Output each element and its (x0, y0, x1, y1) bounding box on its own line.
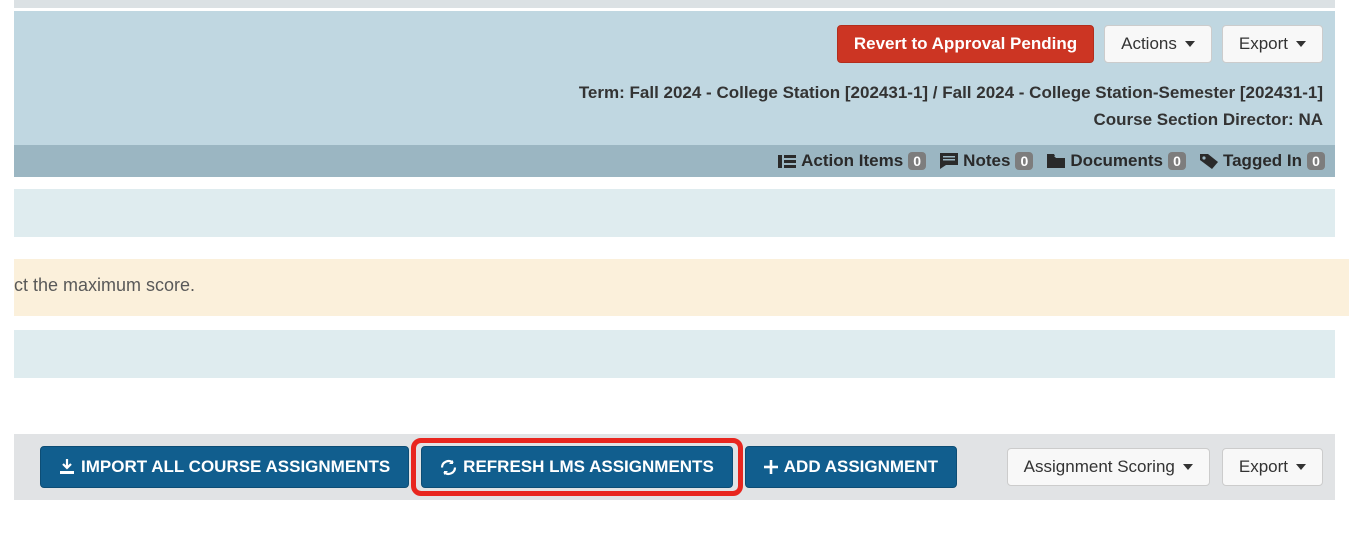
documents-label: Documents (1070, 151, 1163, 171)
export-dropdown[interactable]: Export (1222, 25, 1323, 63)
refresh-assignments-button[interactable]: REFRESH LMS ASSIGNMENTS (421, 446, 733, 488)
action-items-label: Action Items (801, 151, 903, 171)
add-label: ADD ASSIGNMENT (784, 457, 938, 477)
scoring-label: Assignment Scoring (1024, 457, 1175, 477)
refresh-highlight: REFRESH LMS ASSIGNMENTS (421, 446, 733, 488)
warning-text: ct the maximum score. (14, 275, 195, 295)
caret-down-icon (1185, 41, 1195, 47)
actions-dropdown[interactable]: Actions (1104, 25, 1212, 63)
assignment-toolbar: IMPORT ALL COURSE ASSIGNMENTS REFRESH LM… (14, 434, 1335, 500)
term-line: Term: Fall 2024 - College Station [20243… (26, 79, 1323, 106)
tagged-in-link[interactable]: Tagged In 0 (1200, 151, 1325, 171)
assignment-scoring-dropdown[interactable]: Assignment Scoring (1007, 448, 1210, 486)
revert-button[interactable]: Revert to Approval Pending (837, 25, 1094, 63)
download-icon (59, 459, 75, 475)
folder-icon (1047, 154, 1065, 168)
refresh-icon (440, 459, 457, 476)
content-bar-1 (14, 189, 1335, 237)
documents-count: 0 (1168, 152, 1186, 170)
notes-icon (940, 153, 958, 169)
refresh-label: REFRESH LMS ASSIGNMENTS (463, 457, 714, 477)
notes-label: Notes (963, 151, 1010, 171)
toolbar-export-label: Export (1239, 457, 1288, 477)
header-actions: Revert to Approval Pending Actions Expor… (26, 25, 1323, 63)
export-label: Export (1239, 34, 1288, 54)
warning-bar: ct the maximum score. (14, 259, 1349, 316)
plus-icon (764, 460, 778, 474)
import-label: IMPORT ALL COURSE ASSIGNMENTS (81, 457, 390, 477)
actions-label: Actions (1121, 34, 1177, 54)
toolbar-export-dropdown[interactable]: Export (1222, 448, 1323, 486)
tag-icon (1200, 154, 1218, 169)
documents-link[interactable]: Documents 0 (1047, 151, 1186, 171)
header-block: Revert to Approval Pending Actions Expor… (14, 11, 1335, 145)
info-lines: Term: Fall 2024 - College Station [20243… (26, 79, 1323, 133)
tagged-in-label: Tagged In (1223, 151, 1302, 171)
import-assignments-button[interactable]: IMPORT ALL COURSE ASSIGNMENTS (40, 446, 409, 488)
status-bar: Action Items 0 Notes 0 Documents 0 Tagge… (14, 145, 1335, 177)
content-bar-2 (14, 330, 1335, 378)
action-items-count: 0 (908, 152, 926, 170)
director-line: Course Section Director: NA (26, 106, 1323, 133)
notes-count: 0 (1015, 152, 1033, 170)
notes-link[interactable]: Notes 0 (940, 151, 1033, 171)
caret-down-icon (1296, 464, 1306, 470)
checklist-icon (778, 154, 796, 169)
tagged-in-count: 0 (1307, 152, 1325, 170)
caret-down-icon (1183, 464, 1193, 470)
top-separator (14, 0, 1335, 8)
caret-down-icon (1296, 41, 1306, 47)
add-assignment-button[interactable]: ADD ASSIGNMENT (745, 446, 957, 488)
action-items-link[interactable]: Action Items 0 (778, 151, 926, 171)
revert-button-label: Revert to Approval Pending (854, 34, 1077, 54)
